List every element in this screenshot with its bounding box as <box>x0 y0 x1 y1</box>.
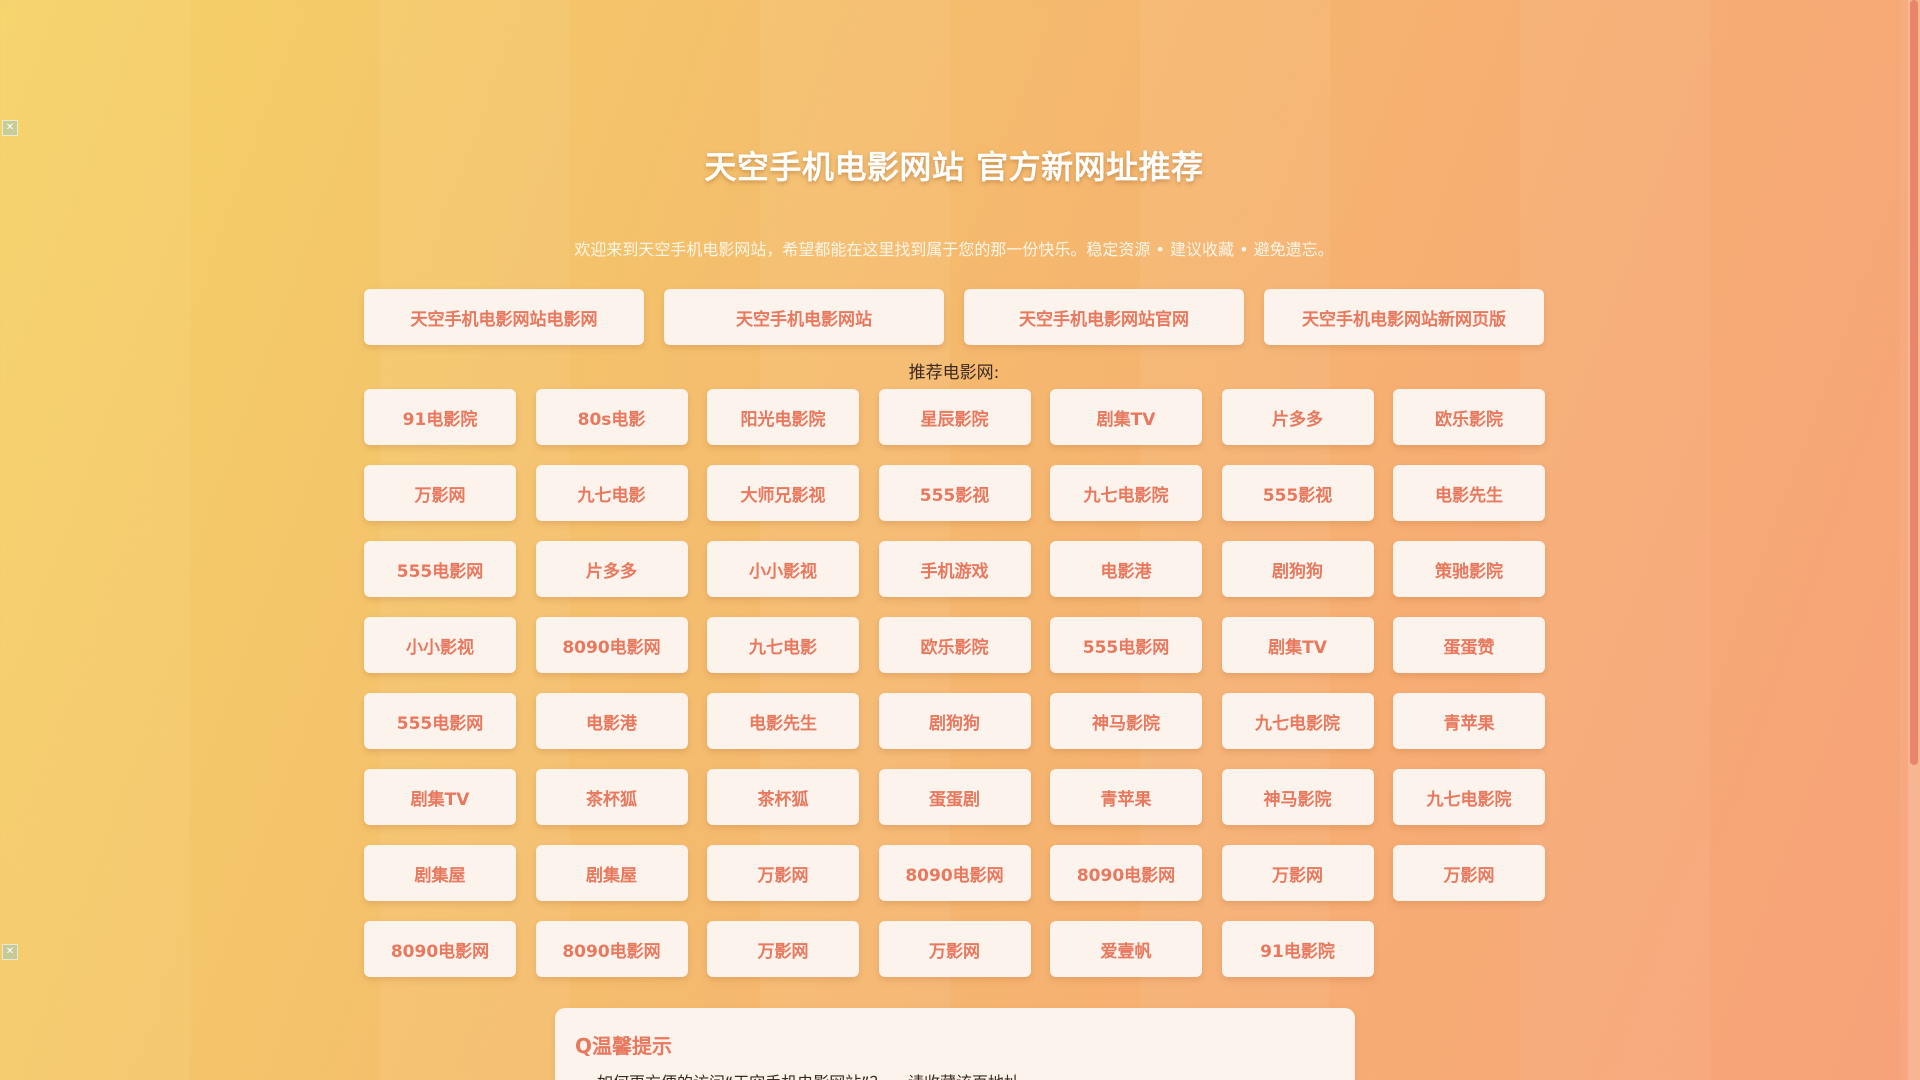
site-link[interactable]: 80s电影 <box>535 389 688 445</box>
site-link[interactable]: 神马影院 <box>1221 769 1374 825</box>
site-link[interactable]: 电影先生 <box>707 693 859 749</box>
broken-image-icon: ✕ <box>2 944 18 960</box>
page-scrollbar[interactable] <box>1908 0 1920 1080</box>
site-link[interactable]: 片多多 <box>535 541 688 597</box>
site-link[interactable]: 剧狗狗 <box>878 693 1031 749</box>
site-link[interactable]: 爱壹帆 <box>1050 921 1202 977</box>
site-link[interactable]: 九七电影院 <box>1393 769 1545 825</box>
site-link[interactable]: 九七电影 <box>535 465 688 521</box>
site-link[interactable]: 小小影视 <box>364 617 516 673</box>
site-link[interactable]: 剧集TV <box>1050 389 1202 445</box>
site-link[interactable]: 91电影院 <box>1221 921 1374 977</box>
site-link[interactable]: 万影网 <box>1393 845 1545 901</box>
site-link[interactable]: 555电影网 <box>364 541 516 597</box>
tips-list: 如何更方便的访问“天空手机电影网站”？ ---请收藏该页地址 <box>575 1069 1335 1080</box>
site-link[interactable]: 策驰影院 <box>1393 541 1545 597</box>
site-link[interactable]: 剧集屋 <box>535 845 688 901</box>
site-link[interactable]: 青苹果 <box>1393 693 1545 749</box>
site-link[interactable]: 8090电影网 <box>364 921 516 977</box>
site-link[interactable]: 欧乐影院 <box>1393 389 1545 445</box>
site-link[interactable]: 8090电影网 <box>878 845 1031 901</box>
site-link[interactable]: 蛋蛋剧 <box>878 769 1031 825</box>
site-link[interactable]: 片多多 <box>1221 389 1374 445</box>
site-link[interactable]: 大师兄影视 <box>707 465 859 521</box>
site-link[interactable]: 555电影网 <box>1050 617 1202 673</box>
site-link[interactable]: 茶杯狐 <box>707 769 859 825</box>
recommend-label: 推荐电影网: <box>908 363 1000 383</box>
site-link[interactable]: 91电影院 <box>364 389 516 445</box>
site-link[interactable]: 电影港 <box>535 693 688 749</box>
broken-image-icon: ✕ <box>2 120 18 136</box>
site-link[interactable]: 星辰影院 <box>878 389 1031 445</box>
site-link[interactable]: 555影视 <box>1221 465 1374 521</box>
site-link[interactable]: 555影视 <box>878 465 1031 521</box>
site-link[interactable]: 神马影院 <box>1050 693 1202 749</box>
site-link[interactable]: 蛋蛋赞 <box>1393 617 1545 673</box>
site-link[interactable]: 万影网 <box>878 921 1031 977</box>
tips-item: 如何更方便的访问“天空手机电影网站”？ ---请收藏该页地址 <box>597 1069 1335 1080</box>
scrollbar-thumb[interactable] <box>1910 0 1918 765</box>
top-link[interactable]: 天空手机电影网站电影网 <box>364 289 644 345</box>
site-link[interactable]: 8090电影网 <box>535 617 688 673</box>
page-subtitle: 欢迎来到天空手机电影网站，希望都能在这里找到属于您的那一份快乐。稳定资源 • 建… <box>574 240 1334 259</box>
page-title: 天空手机电影网站 官方新网址推荐 <box>704 148 1204 186</box>
site-link[interactable]: 万影网 <box>707 921 859 977</box>
site-link[interactable]: 阳光电影院 <box>707 389 859 445</box>
site-link[interactable]: 剧集屋 <box>364 845 516 901</box>
site-link[interactable]: 555电影网 <box>364 693 516 749</box>
top-link[interactable]: 天空手机电影网站新网页版 <box>1264 289 1544 345</box>
site-link[interactable]: 8090电影网 <box>535 921 688 977</box>
site-link[interactable]: 茶杯狐 <box>535 769 688 825</box>
tips-panel: Q温馨提示 如何更方便的访问“天空手机电影网站”？ ---请收藏该页地址 <box>555 1008 1355 1080</box>
site-grid: 91电影院 80s电影 阳光电影院 星辰影院 剧集TV 片多多 欧乐影院 万影网 九七电影 大师兄… <box>364 389 1545 977</box>
site-link[interactable]: 欧乐影院 <box>878 617 1031 673</box>
site-link[interactable]: 剧集TV <box>1221 617 1374 673</box>
top-link[interactable]: 天空手机电影网站官网 <box>964 289 1244 345</box>
top-links-row: 天空手机电影网站电影网 天空手机电影网站 天空手机电影网站官网 天空手机电影网站… <box>364 289 1544 345</box>
site-link[interactable]: 九七电影院 <box>1221 693 1374 749</box>
site-link[interactable]: 小小影视 <box>707 541 859 597</box>
site-link[interactable]: 万影网 <box>1221 845 1374 901</box>
site-link[interactable]: 电影港 <box>1050 541 1202 597</box>
site-link[interactable]: 万影网 <box>707 845 859 901</box>
tips-title: Q温馨提示 <box>575 1034 673 1058</box>
site-link[interactable]: 剧狗狗 <box>1221 541 1374 597</box>
site-link[interactable]: 手机游戏 <box>878 541 1031 597</box>
site-link[interactable]: 九七电影 <box>707 617 859 673</box>
site-link[interactable]: 8090电影网 <box>1050 845 1202 901</box>
site-link[interactable]: 电影先生 <box>1393 465 1545 521</box>
site-link[interactable]: 九七电影院 <box>1050 465 1202 521</box>
site-link[interactable]: 青苹果 <box>1050 769 1202 825</box>
top-link[interactable]: 天空手机电影网站 <box>664 289 944 345</box>
site-link[interactable]: 剧集TV <box>364 769 516 825</box>
site-link[interactable]: 万影网 <box>364 465 516 521</box>
